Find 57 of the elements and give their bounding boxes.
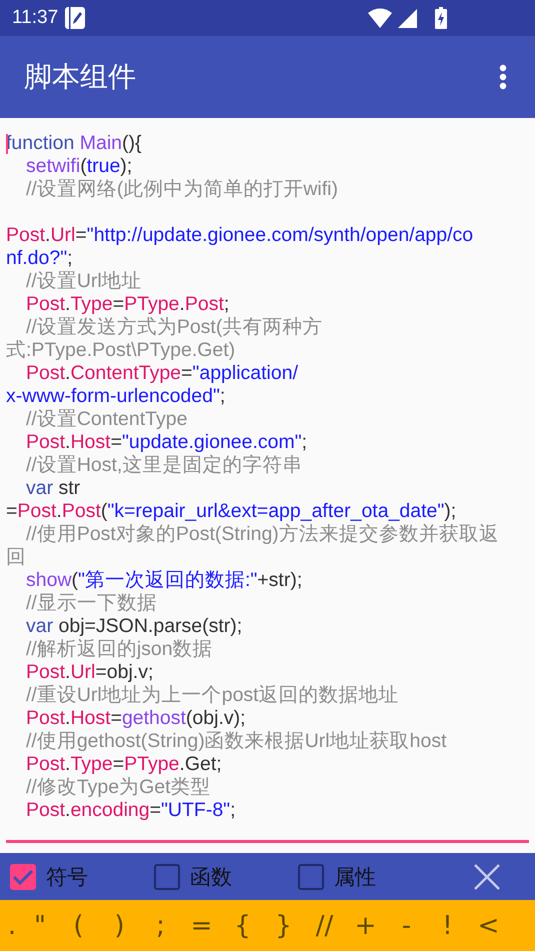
signal-icon — [398, 8, 417, 28]
symbol-key[interactable]: { — [222, 902, 263, 948]
code-line: show("第一次返回的数据:"+str); — [25, 569, 302, 592]
symbol-key[interactable]: - — [386, 902, 427, 948]
clock-time: 11:37 — [12, 7, 58, 29]
code-line: Post.ContentType="application/ — [25, 362, 298, 385]
code-line: var str — [25, 477, 80, 500]
code-line: Post.Url="http://update.gionee.com/synth/open/app/co — [6, 224, 474, 247]
close-icon[interactable] — [473, 862, 501, 890]
code-line: //设置ContentType — [25, 408, 188, 431]
code-line: //设置网络(此例中为简单的打开wifi) — [25, 178, 338, 201]
more-options-icon[interactable] — [499, 64, 507, 90]
symbol-key[interactable]: = — [181, 902, 222, 948]
symbol-key[interactable]: // — [304, 902, 345, 948]
filter-checkbox[interactable]: 符号 — [10, 862, 154, 890]
symbol-key[interactable]: ) — [99, 902, 140, 948]
symbol-key[interactable]: } — [263, 902, 304, 948]
code-line: nf.do?"; — [6, 247, 73, 270]
code-line: //解析返回的json数据 — [25, 638, 213, 661]
code-line: //重设Url地址为上一个post返回的数据地址 — [25, 684, 399, 707]
screen-title: 脚本组件 — [24, 59, 136, 95]
symbol-key[interactable]: ! — [427, 902, 468, 948]
code-line: //设置Url地址 — [25, 270, 142, 293]
symbol-key[interactable]: + — [345, 902, 386, 948]
code-line: //使用gethost(String)函数来根据Url地址获取host — [25, 730, 446, 753]
code-line: =Post.Post("k=repair_url&ext=app_after_ota_date"); — [6, 500, 456, 523]
code-line: 回 — [6, 546, 26, 569]
symbol-key[interactable]: " — [22, 902, 58, 948]
code-line: Post.encoding="UTF-8"; — [25, 799, 236, 822]
code-line: x-www-form-urlencoded"; — [6, 385, 226, 408]
code-line: 式:PType.Post\PType.Get) — [6, 339, 236, 362]
code-line: //显示一下数据 — [25, 592, 157, 615]
symbol-key[interactable]: . — [2, 902, 22, 948]
code-line: Post.Type=PType.Get; — [25, 753, 222, 776]
checkbox[interactable] — [10, 864, 36, 890]
checkbox[interactable] — [154, 864, 180, 890]
code-line: //设置发送方式为Post(共有两种方 — [25, 316, 322, 339]
code-line: Post.Host="update.gionee.com"; — [25, 431, 308, 454]
filter-checkbox[interactable]: 函数 — [154, 862, 298, 890]
code-line: var obj=JSON.parse(str); — [25, 615, 242, 638]
code-line: //设置Host,这里是固定的字符串 — [25, 454, 302, 477]
symbol-key[interactable]: < — [468, 902, 509, 948]
filter-checkbox[interactable]: 属性 — [298, 862, 442, 890]
symbol-key[interactable]: ; — [140, 902, 181, 948]
code-line: setwifi(true); — [25, 155, 132, 178]
symbol-key[interactable]: ( — [58, 902, 99, 948]
code-line: function Main(){ — [6, 132, 142, 155]
code-line: //使用Post对象的Post(String)方法来提交参数并获取返 — [25, 523, 499, 546]
code-line: Post.Host=gethost(obj.v); — [25, 707, 246, 730]
pen-note-icon — [64, 6, 86, 30]
wifi-icon — [368, 8, 392, 28]
checkbox[interactable] — [298, 864, 324, 890]
code-editor[interactable] — [0, 118, 535, 853]
battery-charging-icon — [435, 7, 447, 29]
code-line: Post.Type=PType.Post; — [25, 293, 230, 316]
code-line: //修改Type为Get类型 — [25, 776, 211, 799]
code-line: Post.Url=obj.v; — [25, 661, 154, 684]
